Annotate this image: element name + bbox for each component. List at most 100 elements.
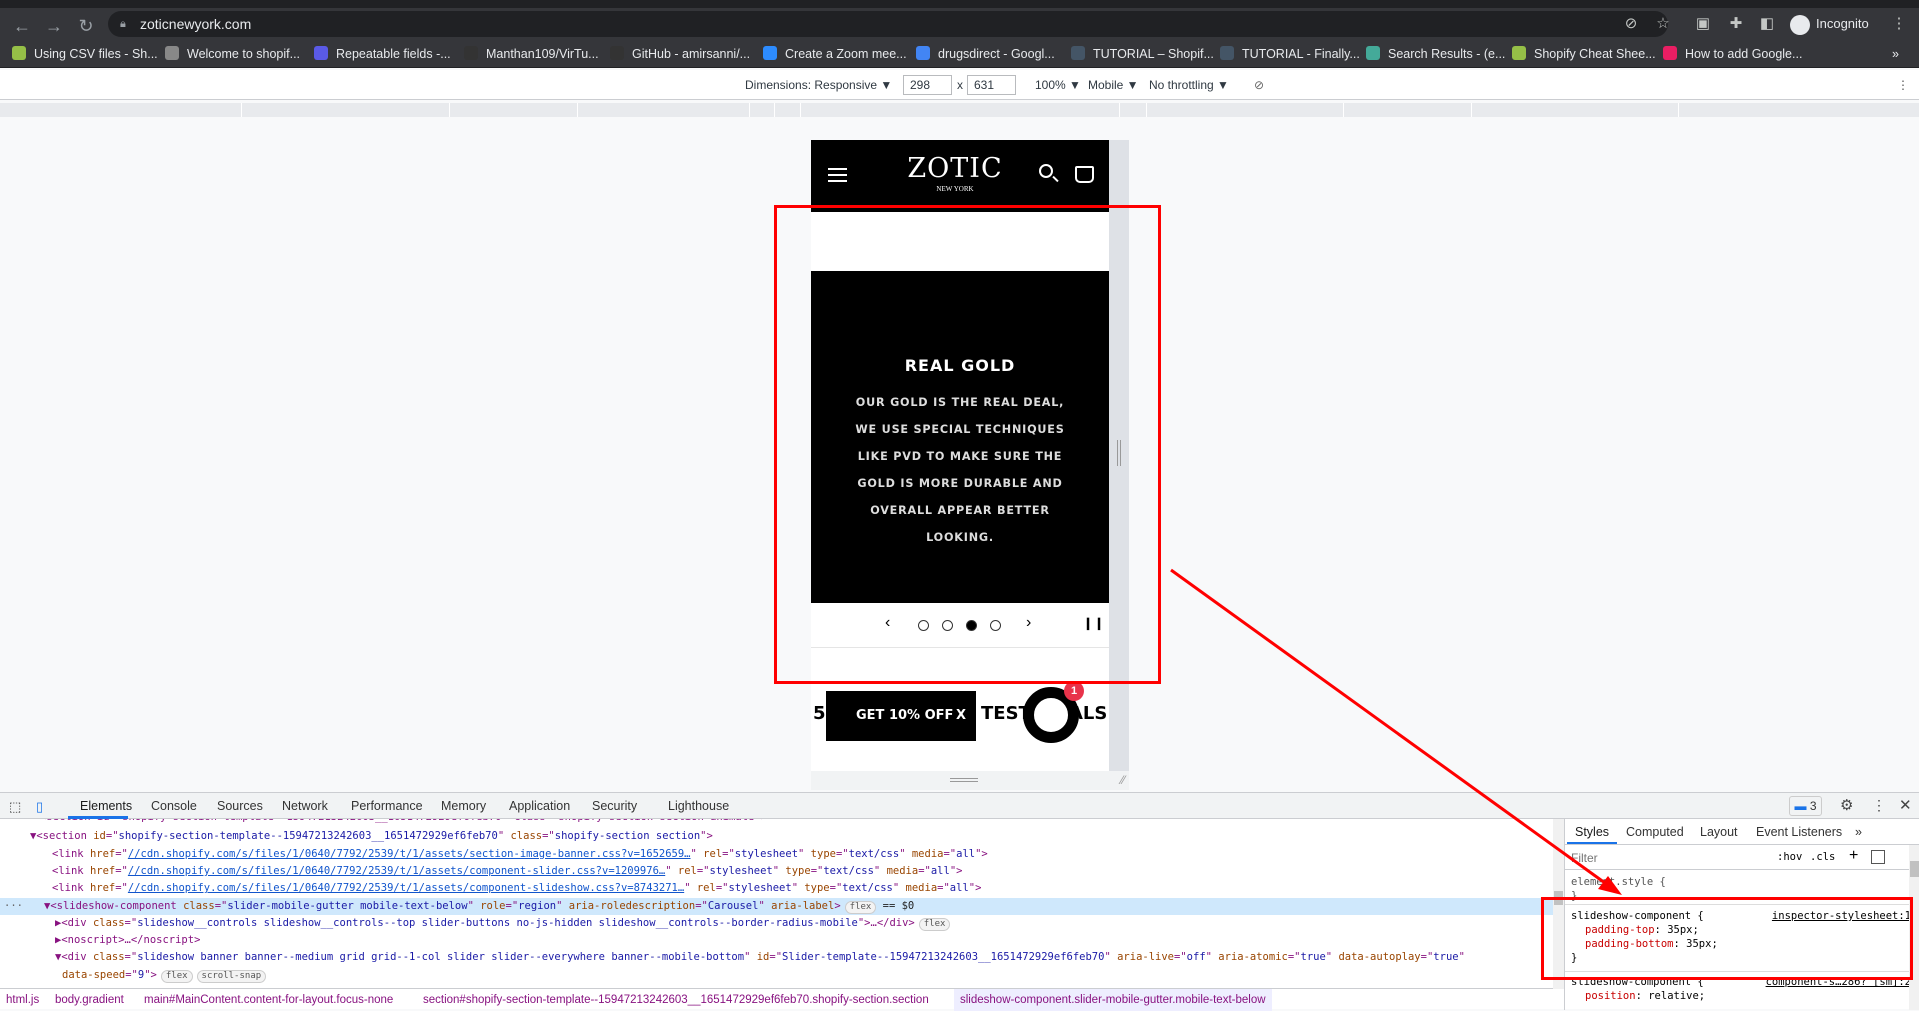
- bookmark[interactable]: TUTORIAL – Shopif...: [1071, 45, 1214, 63]
- dom-node-line[interactable]: ▶<noscript>…</noscript>: [0, 932, 1553, 949]
- dom-node-line[interactable]: <link href="//cdn.shopify.com/s/files/1/…: [0, 863, 1553, 880]
- tab-lighthouse[interactable]: Lighthouse: [668, 799, 729, 813]
- layout-badge[interactable]: flex: [160, 969, 193, 983]
- bookmark[interactable]: Repeatable fields -...: [314, 45, 451, 63]
- site-logo[interactable]: ZOTIC: [899, 154, 1011, 184]
- attribute-value: stylesheet: [734, 847, 799, 860]
- bookmark[interactable]: GitHub - amirsanni/...: [610, 45, 750, 63]
- elements-dom-tree[interactable]: <section id="shopify-section-template--1…: [0, 819, 1553, 989]
- attribute-name: rel: [703, 847, 723, 860]
- dom-node-selected[interactable]: ··· ▼<slideshow-component class="slider-m…: [0, 897, 1553, 915]
- tab-styles[interactable]: Styles: [1575, 825, 1609, 839]
- dom-node-line[interactable]: ▼<section id="shopify-section-template--…: [0, 828, 1553, 845]
- address-bar-row: ← → ↻ 🔒︎ zoticnewyork.com ⊘ ☆ ▣ ✚ ◧ Incog…: [0, 8, 1919, 40]
- discount-close-button[interactable]: X: [956, 691, 966, 741]
- html-tag: =": [1174, 951, 1187, 964]
- more-options-icon[interactable]: ⋮: [1872, 797, 1886, 814]
- forward-icon[interactable]: →: [42, 16, 66, 37]
- resource-link[interactable]: //cdn.shopify.com/s/files/1/0640/7792/25…: [128, 865, 665, 877]
- tab-console[interactable]: Console: [151, 799, 197, 813]
- more-tabs-icon[interactable]: »: [1855, 825, 1862, 839]
- eye-off-icon[interactable]: ⊘: [1620, 14, 1642, 32]
- resource-link[interactable]: //cdn.shopify.com/s/files/1/0640/7792/25…: [128, 848, 691, 860]
- breadcrumb-item[interactable]: section#shopify-section-template--159472…: [423, 989, 929, 1011]
- html-tag: <section id="shopify-section-template--1…: [40, 819, 767, 823]
- settings-gear-icon[interactable]: ⚙: [1840, 796, 1853, 814]
- site-header: ZOTIC NEW YORK: [811, 140, 1109, 212]
- message-icon: ▬: [1794, 799, 1807, 813]
- dom-node-line[interactable]: <link href="//cdn.shopify.com/s/files/1/…: [0, 846, 1553, 863]
- breadcrumb-item[interactable]: main#MainContent.content-for-layout.focu…: [144, 989, 393, 1011]
- bookmark[interactable]: Welcome to shopif...: [165, 45, 300, 63]
- dimensions-select[interactable]: Dimensions: Responsive ▼: [745, 78, 892, 92]
- close-devtools-icon[interactable]: ✕: [1899, 796, 1912, 814]
- tab-computed[interactable]: Computed: [1626, 825, 1684, 839]
- bookmark[interactable]: drugsdirect - Googl...: [916, 45, 1055, 63]
- tab-application[interactable]: Application: [509, 799, 570, 813]
- breadcrumb-item-selected[interactable]: slideshow-component.slider-mobile-gutter…: [954, 989, 1272, 1011]
- cart-icon[interactable]: [1075, 166, 1094, 183]
- zoom-select[interactable]: 100% ▼: [1035, 78, 1081, 92]
- reload-icon[interactable]: ↻: [74, 16, 98, 37]
- inspect-element-icon[interactable]: ⬚: [9, 799, 21, 815]
- device-type-select[interactable]: Mobile ▼: [1088, 78, 1139, 92]
- toggle-sidebar-icon[interactable]: [1871, 850, 1885, 864]
- bookmark[interactable]: Shopify Cheat Shee...: [1512, 45, 1656, 63]
- address-bar[interactable]: 🔒︎ zoticnewyork.com: [108, 11, 1668, 37]
- styles-filter-input[interactable]: [1571, 849, 1766, 867]
- tab-layout[interactable]: Layout: [1700, 825, 1738, 839]
- bookmark[interactable]: Create a Zoom mee...: [763, 45, 907, 63]
- star-icon[interactable]: ☆: [1652, 14, 1674, 32]
- layout-badge[interactable]: scroll-snap: [196, 969, 267, 983]
- tab-sources[interactable]: Sources: [217, 799, 263, 813]
- attribute-value: slider-mobile-gutter mobile-text-below: [227, 899, 468, 912]
- menu-icon[interactable]: ⋮: [1888, 14, 1910, 32]
- more-options-icon[interactable]: ⋮: [1897, 78, 1909, 92]
- throttling-select[interactable]: No throttling ▼: [1149, 78, 1229, 92]
- layout-badge[interactable]: flex: [918, 917, 951, 931]
- tab-network[interactable]: Network: [282, 799, 328, 813]
- bookmark[interactable]: How to add Google...: [1663, 45, 1802, 63]
- class-toggle[interactable]: .cls: [1810, 851, 1835, 863]
- width-input[interactable]: 298: [903, 75, 952, 95]
- bookmark[interactable]: Search Results - (e...: [1366, 45, 1505, 63]
- back-icon[interactable]: ←: [10, 16, 34, 37]
- dom-node-line[interactable]: <link href="//cdn.shopify.com/s/files/1/…: [0, 880, 1553, 897]
- device-toolbar-toggle-icon[interactable]: ▯: [36, 799, 43, 815]
- more-bookmarks-icon[interactable]: »: [1892, 45, 1899, 63]
- media-query-ruler[interactable]: [0, 103, 1919, 117]
- puzzle-icon[interactable]: ✚: [1725, 14, 1747, 32]
- sidepanel-icon[interactable]: ◧: [1756, 14, 1778, 32]
- tab-performance[interactable]: Performance: [351, 799, 423, 813]
- dom-node-line[interactable]: data-speed="9"> flex scroll-snap: [0, 967, 1553, 984]
- breadcrumb-item[interactable]: body.gradient: [55, 989, 124, 1011]
- dom-node-line[interactable]: ▼<div class="slideshow banner banner--me…: [0, 949, 1553, 966]
- hover-state-toggle[interactable]: :hov: [1777, 851, 1802, 863]
- tab-security[interactable]: Security: [592, 799, 637, 813]
- discount-popup[interactable]: GET 10% OFF X: [826, 691, 976, 741]
- bookmark[interactable]: Using CSV files - Sh...: [12, 45, 158, 63]
- search-icon[interactable]: [1039, 164, 1059, 183]
- resource-link[interactable]: //cdn.shopify.com/s/files/1/0640/7792/25…: [128, 882, 684, 894]
- viewport-resize-handle-bottom[interactable]: ⁄⁄: [811, 771, 1129, 790]
- bookmark[interactable]: TUTORIAL - Finally...: [1220, 45, 1360, 63]
- extension-icon[interactable]: ▣: [1692, 14, 1714, 32]
- new-rule-icon[interactable]: +: [1849, 847, 1858, 865]
- html-tag: ▼<section: [30, 830, 94, 843]
- dom-node-line[interactable]: <section id="shopify-section-template--1…: [0, 819, 1553, 826]
- tab-event-listeners[interactable]: Event Listeners: [1756, 825, 1842, 839]
- breadcrumb-item[interactable]: html.js: [6, 989, 39, 1011]
- issues-button[interactable]: ▬ 3: [1789, 796, 1822, 816]
- layout-badge[interactable]: flex: [844, 900, 877, 914]
- html-tag: ▼<div: [55, 951, 93, 964]
- discount-button-label[interactable]: GET 10% OFF: [856, 691, 953, 741]
- height-input[interactable]: 631: [967, 75, 1016, 95]
- dom-node-line[interactable]: ▶<div class="slideshow__controls slidesh…: [0, 915, 1553, 932]
- rotate-icon[interactable]: ⊘: [1254, 78, 1264, 92]
- bookmark[interactable]: Manthan109/VirTu...: [464, 45, 599, 63]
- tab-memory[interactable]: Memory: [441, 799, 486, 813]
- html-tag: ">: [949, 864, 963, 877]
- tab-elements[interactable]: Elements: [80, 799, 132, 813]
- incognito-profile[interactable]: Incognito: [1790, 12, 1869, 36]
- hamburger-menu-icon[interactable]: [828, 168, 847, 182]
